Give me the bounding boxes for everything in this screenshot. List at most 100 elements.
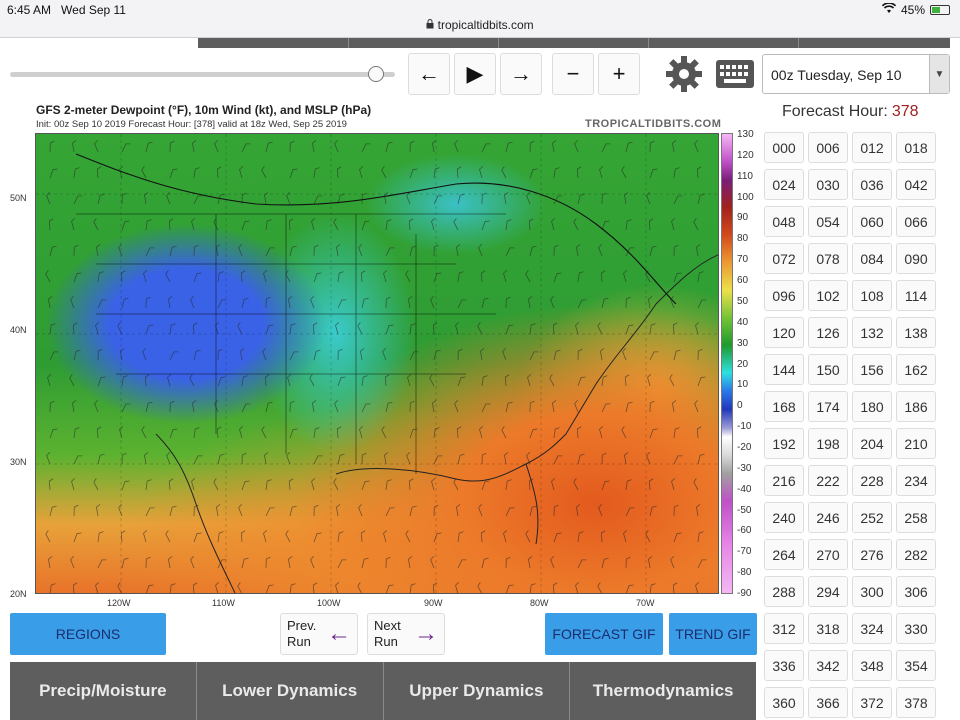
lon-label-120w: 120W [107,598,131,608]
forecast-hour-button[interactable]: 276 [852,539,892,570]
forecast-hour-button[interactable]: 186 [896,391,936,422]
forecast-hour-button[interactable]: 042 [896,169,936,200]
forecast-hour-button[interactable]: 192 [764,428,804,459]
forecast-hour-button[interactable]: 348 [852,650,892,681]
forecast-hour-button[interactable]: 144 [764,354,804,385]
category-tabs: Precip/Moisture Lower Dynamics Upper Dyn… [10,662,756,720]
forecast-hour-button[interactable]: 090 [896,243,936,274]
forecast-hour-button[interactable]: 240 [764,502,804,533]
forecast-hour-button[interactable]: 024 [764,169,804,200]
forecast-hour-button[interactable]: 342 [808,650,848,681]
forecast-hour-button[interactable]: 270 [808,539,848,570]
forecast-hour-button[interactable]: 102 [808,280,848,311]
forecast-hour-button[interactable]: 126 [808,317,848,348]
forecast-hour-button[interactable]: 336 [764,650,804,681]
forecast-hour-button[interactable]: 288 [764,576,804,607]
forecast-hour-button[interactable]: 072 [764,243,804,274]
forecast-hour-button[interactable]: 282 [896,539,936,570]
forecast-hour-button[interactable]: 084 [852,243,892,274]
forecast-hour-button[interactable]: 228 [852,465,892,496]
tab-lower-dynamics[interactable]: Lower Dynamics [197,662,384,720]
forecast-hour-button[interactable]: 234 [896,465,936,496]
forecast-hour-button[interactable]: 138 [896,317,936,348]
forecast-hour-button[interactable]: 108 [852,280,892,311]
trend-gif-button[interactable]: TREND GIF [669,613,757,655]
forecast-hour-button[interactable]: 054 [808,206,848,237]
forecast-hour-button[interactable]: 120 [764,317,804,348]
regions-button[interactable]: REGIONS [10,613,166,655]
forecast-hour-button[interactable]: 372 [852,687,892,718]
colorbar-label: 90 [737,212,749,224]
forecast-hour-button[interactable]: 204 [852,428,892,459]
forecast-hour-button[interactable]: 006 [808,132,848,163]
forecast-hour-button[interactable]: 060 [852,206,892,237]
next-run-button[interactable]: Next Run → [367,613,445,655]
tab-thermodynamics[interactable]: Thermodynamics [570,662,756,720]
play-button[interactable]: ▶ [454,53,496,95]
forecast-hour-button[interactable]: 066 [896,206,936,237]
address-bar[interactable]: tropicaltidbits.com [0,18,960,32]
tab-upper-dynamics[interactable]: Upper Dynamics [384,662,571,720]
forecast-hour-button[interactable]: 222 [808,465,848,496]
forecast-hour-button[interactable]: 012 [852,132,892,163]
tab-precip-moisture[interactable]: Precip/Moisture [10,662,197,720]
slider-thumb[interactable] [367,66,384,82]
forecast-hour-button[interactable]: 096 [764,280,804,311]
forecast-hour-button[interactable]: 180 [852,391,892,422]
zoom-in-button[interactable]: + [598,53,640,95]
gear-icon[interactable] [664,54,704,94]
colorbar-label: -80 [737,567,752,579]
forecast-hour-button[interactable]: 378 [896,687,936,718]
forecast-hour-button[interactable]: 198 [808,428,848,459]
prev-run-button[interactable]: Prev. Run ← [280,613,358,655]
lat-label-20n: 20N [10,589,27,599]
keyboard-icon[interactable] [716,60,754,88]
forecast-hour-button[interactable]: 156 [852,354,892,385]
timeline-slider[interactable] [10,66,395,82]
colorbar-label: 50 [737,295,749,307]
forecast-gif-button[interactable]: FORECAST GIF [545,613,663,655]
forecast-hour-button[interactable]: 036 [852,169,892,200]
forecast-hour-button[interactable]: 300 [852,576,892,607]
forecast-hour-button[interactable]: 264 [764,539,804,570]
forecast-hour-button[interactable]: 294 [808,576,848,607]
forecast-hour-button[interactable]: 018 [896,132,936,163]
colorbar-label: -20 [737,441,752,453]
forecast-hour-button[interactable]: 252 [852,502,892,533]
colorbar-label: 120 [737,149,754,161]
forecast-map-image[interactable] [35,133,719,594]
forecast-hour-button[interactable]: 366 [808,687,848,718]
next-frame-button[interactable]: → [500,53,542,95]
forecast-hour-button[interactable]: 216 [764,465,804,496]
forecast-hour-button[interactable]: 312 [764,613,804,644]
run-select[interactable]: 00z Tuesday, Sep 10 ▼ [762,54,950,94]
lat-label-50n: 50N [10,193,27,203]
colorbar-label: -50 [737,504,752,516]
forecast-hour-button[interactable]: 078 [808,243,848,274]
forecast-hour-button[interactable]: 354 [896,650,936,681]
forecast-hour-button[interactable]: 048 [764,206,804,237]
forecast-hour-button[interactable]: 114 [896,280,936,311]
forecast-hour-button[interactable]: 360 [764,687,804,718]
forecast-hour-button[interactable]: 246 [808,502,848,533]
forecast-hour-button[interactable]: 210 [896,428,936,459]
forecast-hour-button[interactable]: 000 [764,132,804,163]
top-menu-strip [198,38,950,48]
lat-label-40n: 40N [10,325,27,335]
forecast-hour-button[interactable]: 030 [808,169,848,200]
forecast-hour-button[interactable]: 306 [896,576,936,607]
prev-frame-button[interactable]: ← [408,53,450,95]
forecast-hour-button[interactable]: 330 [896,613,936,644]
lock-icon [426,18,437,32]
colorbar-label: 0 [737,400,743,412]
forecast-hour-button[interactable]: 150 [808,354,848,385]
forecast-hour-button[interactable]: 162 [896,354,936,385]
forecast-hour-button[interactable]: 174 [808,391,848,422]
zoom-out-button[interactable]: − [552,53,594,95]
battery-icon [930,5,950,15]
forecast-hour-button[interactable]: 132 [852,317,892,348]
forecast-hour-button[interactable]: 258 [896,502,936,533]
forecast-hour-button[interactable]: 324 [852,613,892,644]
forecast-hour-button[interactable]: 318 [808,613,848,644]
forecast-hour-button[interactable]: 168 [764,391,804,422]
